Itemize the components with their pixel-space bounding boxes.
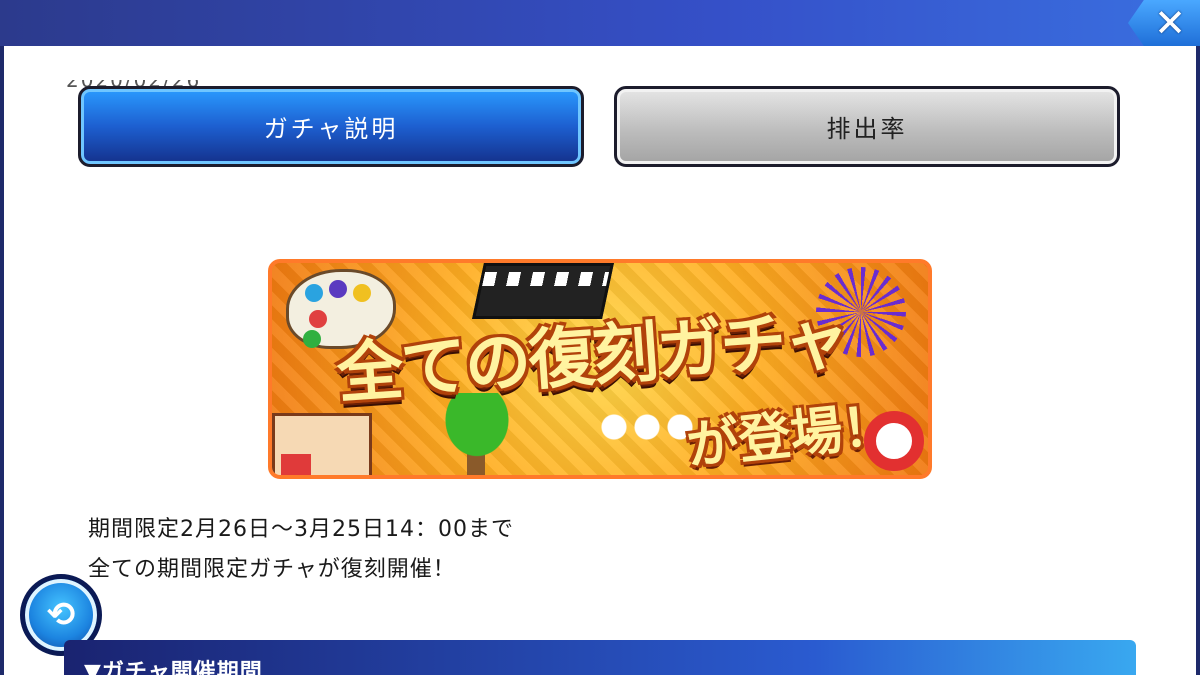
tab-gacha-explanation[interactable]: ガチャ説明: [78, 86, 584, 167]
close-button[interactable]: ✕: [1128, 0, 1200, 46]
kimono-illustration: [272, 413, 372, 475]
top-bar: ✕: [0, 0, 1200, 46]
tab-label: 排出率: [826, 115, 908, 143]
gacha-description: 期間限定2月26日～3月25日14：00まで 全ての期間限定ガチャが復刻開催！: [88, 510, 514, 590]
banner-subtitle: が登場！: [683, 395, 898, 477]
description-line-2: 全ての期間限定ガチャが復刻開催！: [88, 557, 456, 582]
gacha-banner[interactable]: 全ての復刻ガチャ が登場！: [268, 259, 932, 479]
section-header-gacha-period: ▼ガチャ開催期間: [64, 640, 1136, 675]
description-line-1: 期間限定2月26日～3月25日14：00まで: [88, 517, 514, 542]
section-header-label: ▼ガチャ開催期間: [84, 660, 263, 675]
tab-drop-rate[interactable]: 排出率: [614, 86, 1120, 167]
close-icon: ✕: [1154, 1, 1186, 45]
tab-label: ガチャ説明: [263, 115, 399, 143]
back-arrow-icon: ⟲: [46, 595, 76, 635]
